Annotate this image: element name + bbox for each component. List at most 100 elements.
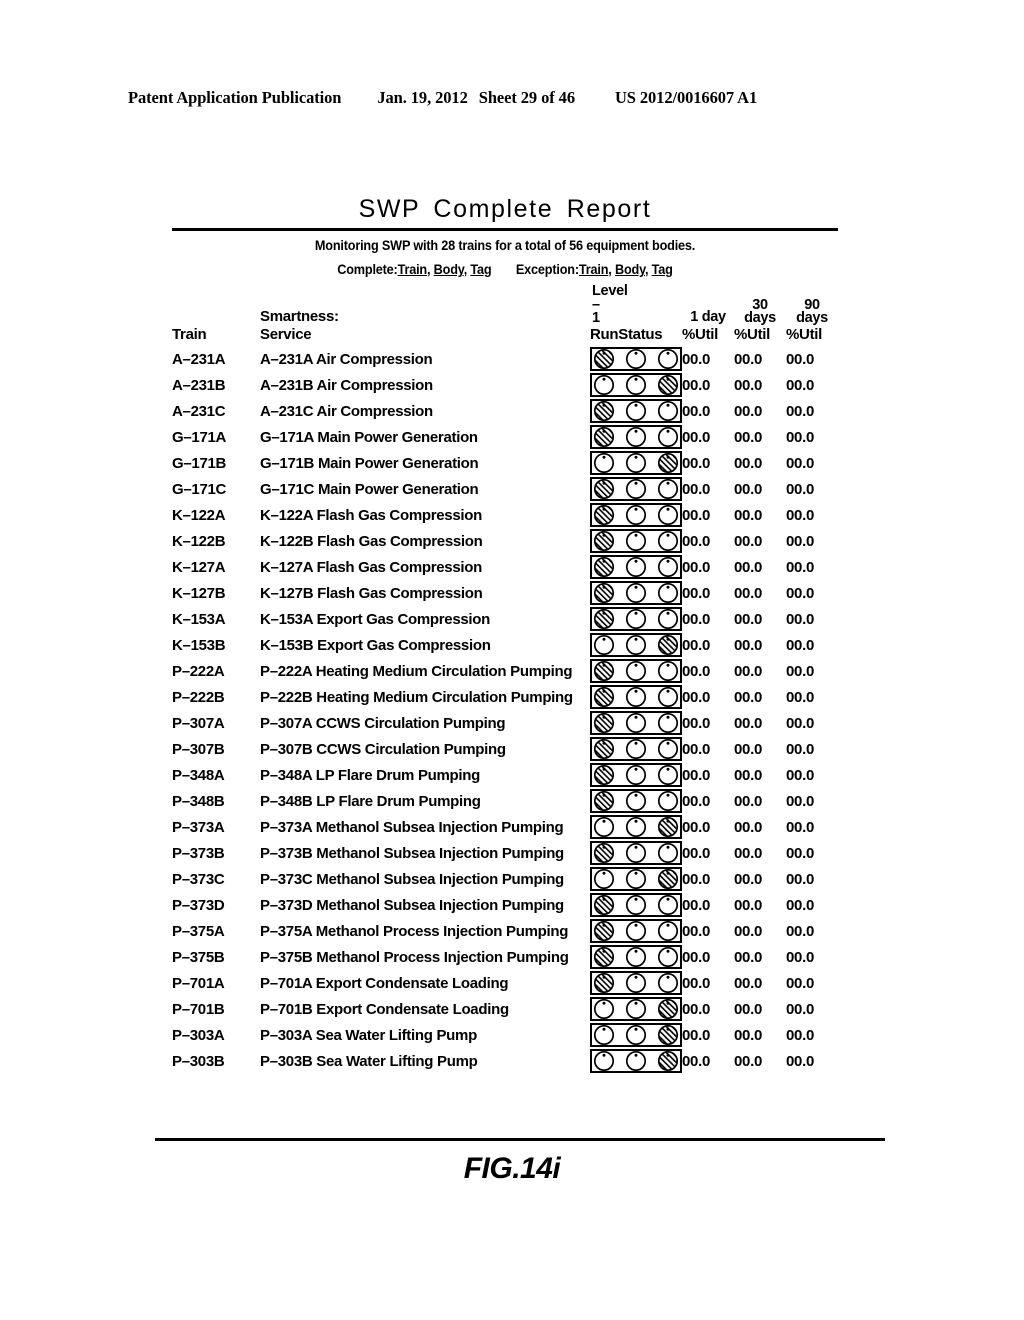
cell-body[interactable]: P–307B <box>260 741 313 758</box>
cell-body[interactable]: K–127B <box>260 585 314 602</box>
table-row[interactable]: P–348B P–348B LP Flare Drum Pumping 00.0 00… <box>172 788 838 814</box>
runstatus-indicator-group[interactable] <box>590 711 682 736</box>
cell-service[interactable]: K–122A Flash Gas Compression <box>260 502 590 528</box>
status-hatched-circle-icon[interactable] <box>593 530 615 552</box>
cell-service[interactable]: A–231C Air Compression <box>260 398 590 424</box>
cell-train[interactable]: P–373B <box>172 840 260 866</box>
cell-train[interactable]: P–373C <box>172 866 260 892</box>
status-plain-circle-icon[interactable] <box>625 426 647 448</box>
cell-runstatus[interactable] <box>590 996 682 1022</box>
runstatus-indicator-group[interactable] <box>590 451 682 476</box>
runstatus-indicator-group[interactable] <box>590 581 682 606</box>
cell-runstatus[interactable] <box>590 736 682 762</box>
table-row[interactable]: P–373D P–373D Methanol Subsea Injection P… <box>172 892 838 918</box>
cell-service[interactable]: P–373D Methanol Subsea Injection Pumping <box>260 892 590 918</box>
cell-train[interactable]: G–171A <box>172 424 260 450</box>
column-header-service[interactable]: Service <box>260 326 590 346</box>
status-hatched-circle-icon[interactable] <box>593 790 615 812</box>
cell-body[interactable]: P–373B <box>260 845 313 862</box>
cell-runstatus[interactable] <box>590 1022 682 1048</box>
cell-body[interactable]: A–231B <box>260 377 314 394</box>
cell-body[interactable]: P–222A <box>260 663 312 680</box>
cell-service[interactable]: K–153A Export Gas Compression <box>260 606 590 632</box>
status-plain-circle-icon[interactable] <box>593 374 615 396</box>
cell-train[interactable]: P–307B <box>172 736 260 762</box>
cell-body[interactable]: P–701A <box>260 975 312 992</box>
table-row[interactable]: P–375B P–375B Methanol Process Injection … <box>172 944 838 970</box>
status-hatched-circle-icon[interactable] <box>593 504 615 526</box>
cell-runstatus[interactable] <box>590 372 682 398</box>
status-plain-circle-icon[interactable] <box>657 556 679 578</box>
cell-body[interactable]: P–373D <box>260 897 313 914</box>
status-hatched-circle-icon[interactable] <box>657 1050 679 1072</box>
runstatus-indicator-group[interactable] <box>590 945 682 970</box>
cell-body[interactable]: K–122B <box>260 533 314 550</box>
status-plain-circle-icon[interactable] <box>625 608 647 630</box>
status-plain-circle-icon[interactable] <box>625 400 647 422</box>
status-plain-circle-icon[interactable] <box>625 374 647 396</box>
cell-train[interactable]: K–153B <box>172 632 260 658</box>
status-hatched-circle-icon[interactable] <box>593 712 615 734</box>
cell-service[interactable]: P–701B Export Condensate Loading <box>260 996 590 1022</box>
status-plain-circle-icon[interactable] <box>625 946 647 968</box>
cell-service[interactable]: P–303B Sea Water Lifting Pump <box>260 1048 590 1074</box>
runstatus-indicator-group[interactable] <box>590 763 682 788</box>
cell-train[interactable]: K–122B <box>172 528 260 554</box>
cell-train[interactable]: K–122A <box>172 502 260 528</box>
cell-runstatus[interactable] <box>590 502 682 528</box>
cell-train[interactable]: P–222B <box>172 684 260 710</box>
status-plain-circle-icon[interactable] <box>625 738 647 760</box>
cell-train[interactable]: P–303A <box>172 1022 260 1048</box>
cell-body[interactable]: K–122A <box>260 507 313 524</box>
table-row[interactable]: K–153A K–153A Export Gas Compression 00.0 0… <box>172 606 838 632</box>
cell-train[interactable]: P–375B <box>172 944 260 970</box>
cell-train[interactable]: A–231B <box>172 372 260 398</box>
cell-train[interactable]: P–373D <box>172 892 260 918</box>
table-row[interactable]: P–303B P–303B Sea Water Lifting Pump 00.0 0… <box>172 1048 838 1074</box>
cell-body[interactable]: G–171A <box>260 429 314 446</box>
cell-service[interactable]: P–375B Methanol Process Injection Pumpin… <box>260 944 590 970</box>
status-plain-circle-icon[interactable] <box>657 712 679 734</box>
cell-service[interactable]: A–231B Air Compression <box>260 372 590 398</box>
status-plain-circle-icon[interactable] <box>657 946 679 968</box>
cell-train[interactable]: K–127B <box>172 580 260 606</box>
status-plain-circle-icon[interactable] <box>625 582 647 604</box>
runstatus-indicator-group[interactable] <box>590 607 682 632</box>
exception-tag-link[interactable]: Tag <box>652 262 673 277</box>
status-hatched-circle-icon[interactable] <box>593 764 615 786</box>
status-plain-circle-icon[interactable] <box>625 686 647 708</box>
runstatus-indicator-group[interactable] <box>590 399 682 424</box>
cell-body[interactable]: P–348A <box>260 767 312 784</box>
cell-body[interactable]: P–303A <box>260 1027 312 1044</box>
cell-service[interactable]: P–222A Heating Medium Circulation Pumpin… <box>260 658 590 684</box>
cell-runstatus[interactable] <box>590 970 682 996</box>
cell-runstatus[interactable] <box>590 710 682 736</box>
status-plain-circle-icon[interactable] <box>625 504 647 526</box>
status-hatched-circle-icon[interactable] <box>657 634 679 656</box>
status-hatched-circle-icon[interactable] <box>593 556 615 578</box>
status-plain-circle-icon[interactable] <box>657 686 679 708</box>
status-hatched-circle-icon[interactable] <box>593 920 615 942</box>
cell-runstatus[interactable] <box>590 346 682 372</box>
status-plain-circle-icon[interactable] <box>593 1050 615 1072</box>
cell-body[interactable]: K–153B <box>260 637 314 654</box>
cell-body[interactable]: K–153A <box>260 611 313 628</box>
status-plain-circle-icon[interactable] <box>657 348 679 370</box>
runstatus-indicator-group[interactable] <box>590 529 682 554</box>
status-plain-circle-icon[interactable] <box>657 764 679 786</box>
status-plain-circle-icon[interactable] <box>625 1050 647 1072</box>
status-plain-circle-icon[interactable] <box>625 998 647 1020</box>
status-hatched-circle-icon[interactable] <box>593 582 615 604</box>
cell-runstatus[interactable] <box>590 476 682 502</box>
status-hatched-circle-icon[interactable] <box>593 426 615 448</box>
cell-runstatus[interactable] <box>590 814 682 840</box>
cell-service[interactable]: G–171A Main Power Generation <box>260 424 590 450</box>
complete-tag-link[interactable]: Tag <box>470 262 491 277</box>
status-plain-circle-icon[interactable] <box>625 842 647 864</box>
runstatus-indicator-group[interactable] <box>590 867 682 892</box>
cell-train[interactable]: P–348A <box>172 762 260 788</box>
table-row[interactable]: P–375A P–375A Methanol Process Injection … <box>172 918 838 944</box>
status-plain-circle-icon[interactable] <box>625 348 647 370</box>
cell-body[interactable]: P–373A <box>260 819 312 836</box>
runstatus-indicator-group[interactable] <box>590 633 682 658</box>
